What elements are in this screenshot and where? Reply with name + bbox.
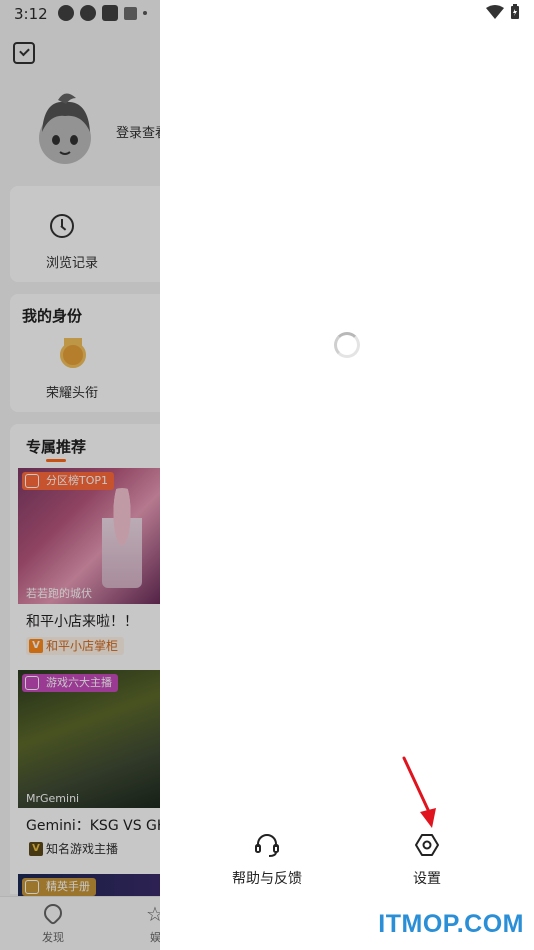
recommend-underline	[46, 459, 66, 462]
pinwheel-icon	[58, 5, 74, 21]
author-badge[interactable]: V 和平小店掌柜	[26, 637, 125, 655]
settings-button[interactable]: 设置	[372, 832, 482, 892]
help-feedback-button[interactable]: 帮助与反馈	[212, 832, 322, 892]
tag-icon	[25, 474, 39, 488]
headset-icon	[255, 834, 279, 857]
a-icon	[124, 6, 137, 20]
spinner-icon	[334, 332, 360, 358]
status-right-icons	[486, 4, 520, 20]
clock-icon	[50, 214, 74, 238]
rank-tag: 分区榜TOP1	[22, 472, 115, 490]
hexagon-gear-icon	[415, 834, 439, 856]
medal-icon	[60, 342, 86, 368]
nav-entertainment-label[interactable]: 娱	[150, 929, 160, 945]
avatar[interactable]	[32, 92, 98, 168]
video-thumbnail[interactable]: 精英手册	[18, 874, 160, 896]
tag-icon	[25, 880, 39, 894]
video-title[interactable]: 和平小店来啦！！	[26, 611, 138, 631]
bottom-nav	[0, 896, 160, 950]
video-title[interactable]: Gemini：KSG VS GK	[26, 815, 160, 835]
nav-discover-label[interactable]: 发现	[42, 929, 64, 945]
identity-title: 我的身份	[22, 307, 83, 325]
thumbnail-caption: 若若跑的城伏	[26, 587, 92, 600]
side-drawer: 帮助与反馈 设置	[160, 0, 534, 950]
rank-tag-label: 分区榜TOP1	[46, 474, 109, 487]
rank-tag: 游戏六大主播	[22, 674, 118, 692]
honor-title-label[interactable]: 荣耀头衔	[46, 382, 98, 401]
battery-icon	[511, 4, 519, 19]
author-name: 和平小店掌柜	[46, 639, 119, 653]
status-bar: 3:12	[0, 0, 534, 27]
tag-icon	[25, 676, 39, 690]
login-prompt[interactable]: 登录查看	[116, 122, 160, 141]
rank-tag-label: 游戏六大主播	[46, 676, 112, 689]
dot-icon	[143, 11, 147, 15]
red-arrow-annotation	[402, 756, 436, 828]
author-badge[interactable]: V 知名游戏主播	[26, 840, 125, 858]
verified-icon: V	[29, 842, 43, 856]
author-name: 知名游戏主播	[46, 842, 119, 856]
thumbnail-caption: MrGemini	[26, 792, 80, 805]
status-time: 3:12	[14, 5, 48, 23]
settings-label: 设置	[413, 871, 441, 887]
help-feedback-label: 帮助与反馈	[232, 871, 302, 887]
rank-tag-label: 精英手册	[46, 880, 90, 893]
pinwheel-icon	[80, 5, 96, 21]
rank-tag: 精英手册	[22, 878, 96, 896]
watermark: ITMOP.COM	[378, 910, 524, 938]
recommend-title[interactable]: 专属推荐	[26, 436, 86, 457]
square-icon	[102, 5, 118, 21]
video-thumbnail[interactable]: 游戏六大主播 MrGemini	[18, 670, 160, 808]
wifi-icon	[486, 5, 504, 19]
status-left-icons	[58, 5, 147, 21]
character-figure	[102, 488, 142, 588]
background-app: 登录查看 浏览记录 我的身份 荣耀头衔 专属推荐 分区榜TOP1 若若跑的城伏 …	[0, 0, 160, 950]
history-label[interactable]: 浏览记录	[46, 252, 98, 271]
checkin-calendar-icon[interactable]	[13, 42, 35, 64]
star-icon[interactable]: ☆	[146, 902, 160, 926]
verified-icon: V	[29, 639, 43, 653]
video-thumbnail[interactable]: 分区榜TOP1 若若跑的城伏	[18, 468, 160, 604]
